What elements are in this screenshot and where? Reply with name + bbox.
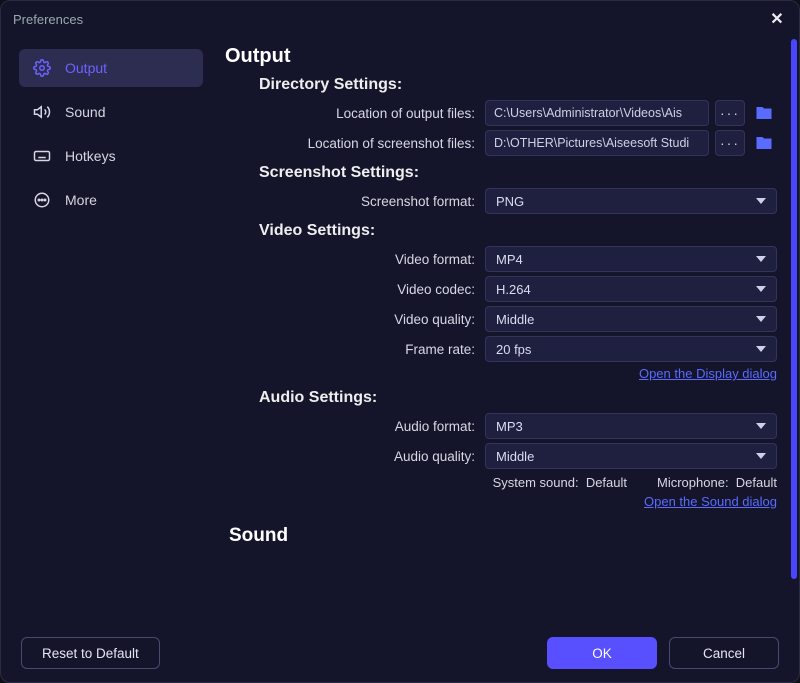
audio-settings-heading: Audio Settings: xyxy=(259,389,777,407)
scrollbar[interactable] xyxy=(791,39,797,579)
video-quality-select[interactable]: Middle xyxy=(485,306,777,332)
video-codec-select[interactable]: H.264 xyxy=(485,276,777,302)
chevron-down-icon xyxy=(756,346,766,352)
preferences-window: Preferences ✕ Output Sound xyxy=(0,0,800,683)
folder-icon xyxy=(754,104,774,122)
sidebar-item-label: Output xyxy=(65,60,107,76)
window-title: Preferences xyxy=(13,12,83,27)
chevron-down-icon xyxy=(756,198,766,204)
audio-quality-value: Middle xyxy=(496,449,534,464)
row-video-format: Video format: MP4 xyxy=(225,246,777,272)
output-location-label: Location of output files: xyxy=(225,106,485,121)
reset-to-default-button[interactable]: Reset to Default xyxy=(21,637,160,669)
video-format-label: Video format: xyxy=(225,252,485,267)
footer-right: OK Cancel xyxy=(547,637,779,669)
body: Output Sound Hotkeys More xyxy=(1,37,799,624)
video-codec-label: Video codec: xyxy=(225,282,485,297)
sidebar: Output Sound Hotkeys More xyxy=(1,37,215,624)
screenshot-settings-heading: Screenshot Settings: xyxy=(259,164,777,182)
row-screenshot-format: Screenshot format: PNG xyxy=(225,188,777,214)
video-format-select[interactable]: MP4 xyxy=(485,246,777,272)
system-sound-label: System sound: Default xyxy=(493,475,627,490)
screenshot-location-value: D:\OTHER\Pictures\Aiseesoft Studi xyxy=(494,136,689,150)
screenshot-format-value: PNG xyxy=(496,194,524,209)
screenshot-format-select[interactable]: PNG xyxy=(485,188,777,214)
system-sound-value: Default xyxy=(586,475,627,490)
video-format-value: MP4 xyxy=(496,252,523,267)
open-screenshot-folder-button[interactable] xyxy=(751,130,777,156)
more-icon xyxy=(33,191,51,209)
sidebar-item-label: Sound xyxy=(65,104,105,120)
ok-button[interactable]: OK xyxy=(547,637,657,669)
chevron-down-icon xyxy=(756,256,766,262)
close-button[interactable]: ✕ xyxy=(767,9,787,29)
ellipsis-icon: ··· xyxy=(720,105,740,121)
chevron-down-icon xyxy=(756,423,766,429)
chevron-down-icon xyxy=(756,316,766,322)
row-audio-quality: Audio quality: Middle xyxy=(225,443,777,469)
output-location-value: C:\Users\Administrator\Videos\Ais xyxy=(494,106,682,120)
row-video-codec: Video codec: H.264 xyxy=(225,276,777,302)
sidebar-item-label: More xyxy=(65,192,97,208)
directory-settings-heading: Directory Settings: xyxy=(259,76,777,94)
content-panel: Output Directory Settings: Location of o… xyxy=(215,37,799,624)
microphone-value: Default xyxy=(736,475,777,490)
ellipsis-icon: ··· xyxy=(720,135,740,151)
frame-rate-label: Frame rate: xyxy=(225,342,485,357)
frame-rate-select[interactable]: 20 fps xyxy=(485,336,777,362)
audio-defaults-row: System sound: Default Microphone: Defaul… xyxy=(225,475,777,490)
frame-rate-value: 20 fps xyxy=(496,342,531,357)
titlebar: Preferences ✕ xyxy=(1,1,799,37)
screenshot-format-label: Screenshot format: xyxy=(225,194,485,209)
speaker-icon xyxy=(33,103,51,121)
screenshot-location-field[interactable]: D:\OTHER\Pictures\Aiseesoft Studi xyxy=(485,130,709,156)
audio-quality-select[interactable]: Middle xyxy=(485,443,777,469)
row-audio-format: Audio format: MP3 xyxy=(225,413,777,439)
row-frame-rate: Frame rate: 20 fps xyxy=(225,336,777,362)
sidebar-item-label: Hotkeys xyxy=(65,148,116,164)
sidebar-item-sound[interactable]: Sound xyxy=(19,93,203,131)
video-quality-value: Middle xyxy=(496,312,534,327)
screenshot-location-label: Location of screenshot files: xyxy=(225,136,485,151)
row-output-location: Location of output files: C:\Users\Admin… xyxy=(225,100,777,126)
chevron-down-icon xyxy=(756,453,766,459)
sidebar-item-output[interactable]: Output xyxy=(19,49,203,87)
open-output-folder-button[interactable] xyxy=(751,100,777,126)
video-settings-heading: Video Settings: xyxy=(259,222,777,240)
cancel-button[interactable]: Cancel xyxy=(669,637,779,669)
footer: Reset to Default OK Cancel xyxy=(1,624,799,682)
folder-icon xyxy=(754,134,774,152)
audio-format-select[interactable]: MP3 xyxy=(485,413,777,439)
video-quality-label: Video quality: xyxy=(225,312,485,327)
row-screenshot-location: Location of screenshot files: D:\OTHER\P… xyxy=(225,130,777,156)
close-icon: ✕ xyxy=(770,9,783,29)
browse-output-button[interactable]: ··· xyxy=(715,100,745,126)
sidebar-item-more[interactable]: More xyxy=(19,181,203,219)
chevron-down-icon xyxy=(756,286,766,292)
output-location-field[interactable]: C:\Users\Administrator\Videos\Ais xyxy=(485,100,709,126)
sound-heading: Sound xyxy=(229,525,777,547)
open-display-dialog-link[interactable]: Open the Display dialog xyxy=(225,366,777,381)
open-sound-dialog-link[interactable]: Open the Sound dialog xyxy=(225,494,777,509)
output-heading: Output xyxy=(225,45,777,68)
audio-format-value: MP3 xyxy=(496,419,523,434)
audio-quality-label: Audio quality: xyxy=(225,449,485,464)
microphone-label: Microphone: Default xyxy=(657,475,777,490)
audio-format-label: Audio format: xyxy=(225,419,485,434)
sidebar-item-hotkeys[interactable]: Hotkeys xyxy=(19,137,203,175)
video-codec-value: H.264 xyxy=(496,282,531,297)
keyboard-icon xyxy=(33,147,51,165)
gear-icon xyxy=(33,59,51,77)
browse-screenshot-button[interactable]: ··· xyxy=(715,130,745,156)
row-video-quality: Video quality: Middle xyxy=(225,306,777,332)
